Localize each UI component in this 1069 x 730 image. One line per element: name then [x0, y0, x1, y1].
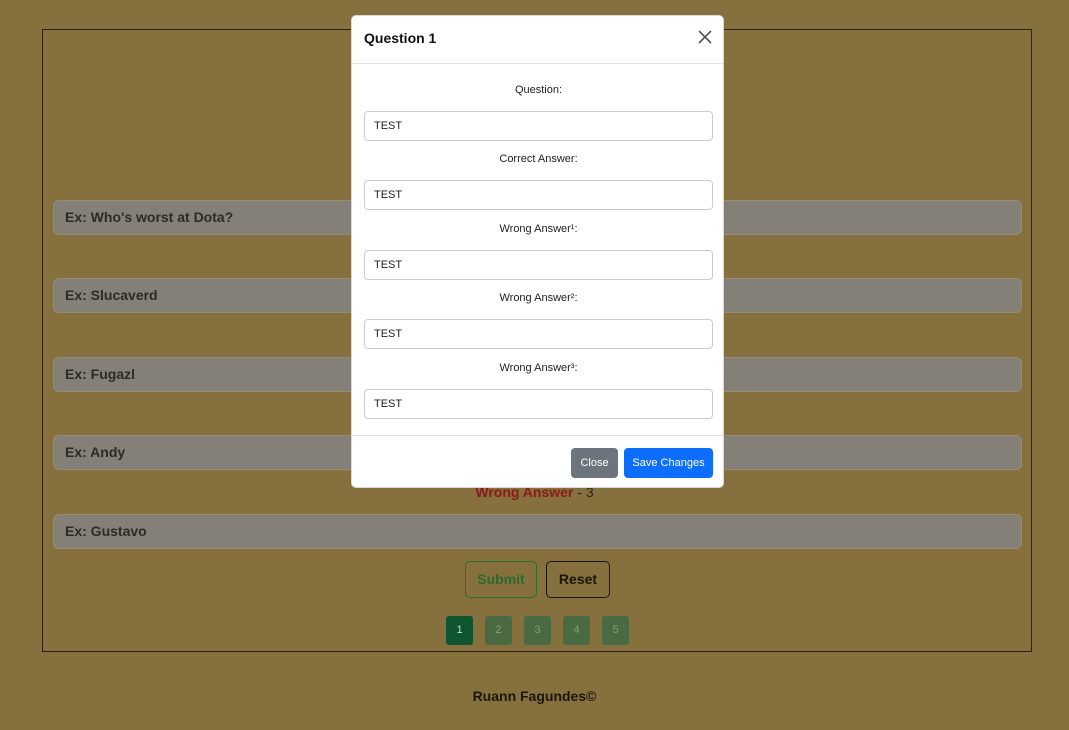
wrong-answer-1-label: Wrong Answer¹:	[499, 223, 578, 235]
save-changes-button[interactable]: Save Changes	[624, 448, 713, 478]
footer-credit: Ruann Fagundes©	[472, 688, 597, 704]
page-button-2[interactable]: 2	[485, 616, 512, 645]
correct-answer-group: Correct Answer:	[364, 152, 713, 210]
modal-header: Question 1	[352, 16, 723, 64]
page-button-1[interactable]: 1	[446, 616, 473, 645]
modal-footer: Close Save Changes	[352, 435, 723, 488]
wrong-answer-3-label: Wrong Answer³:	[499, 362, 578, 374]
page-button-4[interactable]: 4	[563, 616, 590, 645]
question-label: Question:	[514, 84, 563, 96]
reset-button[interactable]: Reset	[546, 561, 610, 598]
wrong-answer-3-group: Wrong Answer³:	[364, 361, 713, 419]
wrong-answer-3-field[interactable]	[364, 389, 713, 419]
correct-answer-label: Correct Answer:	[499, 153, 578, 165]
page-button-5[interactable]: 5	[602, 616, 629, 645]
wrong-answer-2-label: Wrong Answer²:	[499, 292, 578, 304]
wrong-answer-2-field[interactable]	[364, 319, 713, 349]
close-button[interactable]: Close	[571, 448, 618, 478]
modal-title: Question 1	[364, 30, 437, 46]
wrong-answer-1-group: Wrong Answer¹:	[364, 222, 713, 280]
question-group: Question:	[364, 83, 713, 141]
close-icon[interactable]	[697, 29, 713, 45]
wrong-answer-1-field[interactable]	[364, 250, 713, 280]
answer-input-4[interactable]: Ex: Gustavo	[53, 514, 1022, 549]
correct-answer-field[interactable]	[364, 180, 713, 210]
submit-button[interactable]: Submit	[465, 561, 537, 598]
page-button-3[interactable]: 3	[524, 616, 551, 645]
question-modal: Question 1 Question: Correct Answer: Wro…	[351, 15, 724, 488]
wrong-answer-2-group: Wrong Answer²:	[364, 291, 713, 349]
question-field[interactable]	[364, 111, 713, 141]
